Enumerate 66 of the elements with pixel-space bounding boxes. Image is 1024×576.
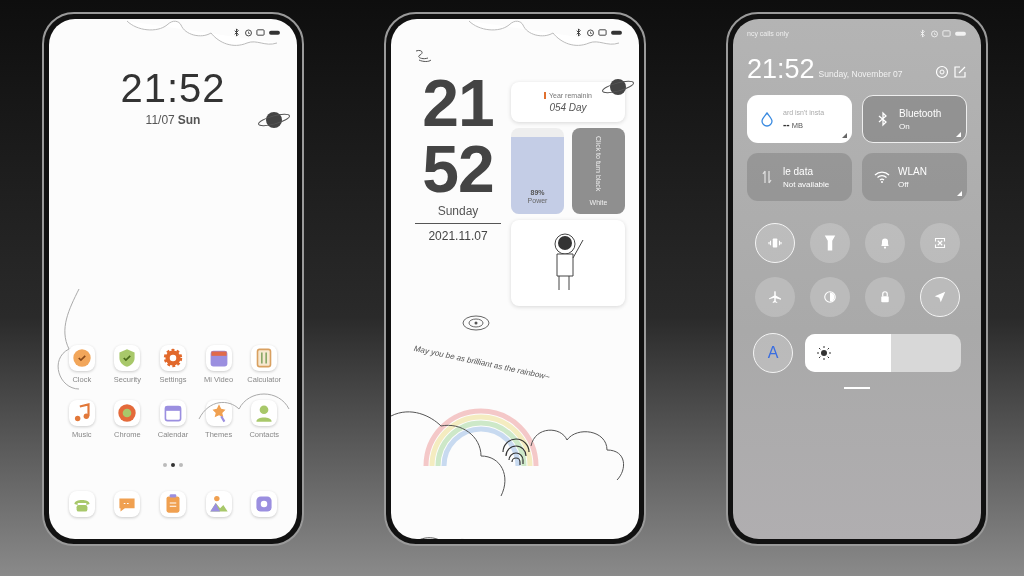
brush-app-icon[interactable] [205, 400, 232, 426]
clipboard-app-icon[interactable] [160, 491, 186, 517]
clock-time: 21:52 [119, 66, 227, 111]
video-app-icon[interactable] [205, 345, 232, 371]
calculator-app-icon[interactable] [251, 345, 278, 371]
tile-title: WLAN [898, 165, 927, 177]
sim-card-icon [942, 28, 951, 38]
location-toggle[interactable] [919, 277, 960, 317]
tile-title: Bluetooth [899, 107, 942, 119]
screenshot-toggle[interactable] [919, 223, 960, 263]
weekday-text: Sunday [437, 204, 479, 218]
date-text: Sunday, November 07 [818, 69, 904, 81]
bluetooth-icon [574, 27, 583, 37]
bluetooth-icon [918, 28, 927, 38]
gear-app-icon[interactable] [160, 345, 186, 371]
phone-app-icon[interactable] [68, 491, 95, 517]
corner-arrow-icon [957, 191, 962, 196]
settings-icon[interactable] [935, 65, 949, 79]
tile-subtitle: On [899, 121, 911, 131]
camera-app-icon[interactable] [251, 491, 278, 517]
airplane-toggle[interactable] [754, 277, 795, 317]
bluetooth-icon [232, 27, 241, 37]
tile-value: -- [783, 118, 790, 130]
lock-toggle[interactable] [864, 277, 905, 317]
alarm-icon [244, 27, 253, 37]
motto-text: May you be as brilliant as the rainbow~ [413, 344, 551, 382]
alarm-icon [586, 27, 595, 37]
flashlight-toggle[interactable] [809, 223, 850, 263]
shield-app-icon[interactable] [114, 345, 141, 371]
auto-brightness-button[interactable]: A [753, 333, 793, 373]
gallery-app-icon[interactable] [205, 491, 232, 517]
sim-card-icon [598, 27, 607, 37]
brightness-slider[interactable] [805, 334, 961, 372]
weekday-text: Sun [177, 113, 201, 127]
tile-title: le data [783, 165, 815, 177]
wifi-icon [874, 169, 890, 185]
sun-icon [817, 346, 831, 360]
music-app-icon[interactable] [68, 400, 95, 426]
vibrate-toggle[interactable] [754, 223, 795, 263]
edit-icon[interactable] [953, 65, 967, 79]
planet-icon [601, 76, 635, 98]
mobile-tile[interactable]: le data Not available [747, 153, 852, 201]
browser-app-icon[interactable] [114, 400, 141, 426]
clock-time: 21:52 [747, 55, 815, 83]
date-text: 2021.11.07 [428, 229, 488, 243]
galaxy-icon [461, 314, 491, 332]
alarm-icon [930, 28, 939, 38]
chat-app-icon[interactable] [114, 491, 141, 517]
calendar-app-icon[interactable] [160, 400, 186, 426]
sim-card-icon [256, 27, 265, 37]
corner-arrow-icon [842, 133, 847, 138]
clock-minute: 52 [422, 136, 494, 202]
person-app-icon[interactable] [251, 400, 278, 426]
corner-arrow-icon [956, 132, 961, 137]
reading-toggle[interactable] [809, 277, 850, 317]
clock-hour: 21 [422, 70, 494, 136]
astronaut-widget[interactable] [511, 220, 625, 306]
water-drop-icon [759, 111, 775, 127]
planet-icon [257, 109, 291, 131]
bell-toggle[interactable] [864, 223, 905, 263]
wifi-tile[interactable]: WLAN Off [862, 153, 967, 201]
clock-app-icon[interactable] [68, 345, 95, 371]
date-text: 11/07 [145, 113, 175, 127]
bluetooth-tile[interactable]: Bluetooth On [862, 95, 967, 143]
tile-subtitle: Not available [783, 179, 830, 189]
tile-subtitle: Off [898, 179, 910, 189]
